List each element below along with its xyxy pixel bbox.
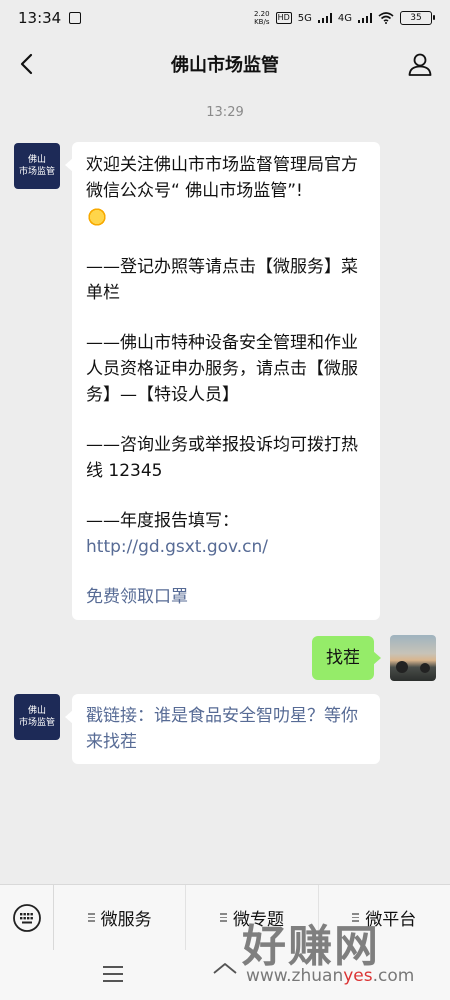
wifi-icon	[378, 12, 394, 24]
intro-text: 欢迎关注佛山市市场监督管理局官方微信公众号“ 佛山市场监管”!	[86, 155, 358, 201]
network-5g-label: 5G	[297, 12, 312, 24]
notification-icon	[69, 12, 82, 24]
recent-apps-button[interactable]	[103, 966, 123, 987]
signal-icon-2	[358, 13, 372, 23]
system-navigation-bar	[0, 950, 450, 1000]
hd-badge: HD	[275, 12, 292, 24]
message-intro: 欢迎关注佛山市市场监督管理局官方微信公众号“ 佛山市场监管”!	[86, 152, 366, 204]
chevron-left-icon	[20, 53, 33, 75]
message-paragraph-2: ——佛山市特种设备安全管理和作业人员资格证申办服务，请点击【微服务】—【特设人员…	[86, 333, 358, 405]
keyboard-icon	[12, 903, 41, 932]
message-paragraph-1: ——登记办照等请点击【微服务】菜单栏	[86, 257, 358, 303]
game-link[interactable]: 戳链接：谁是食品安全智叻星？等你来找茬	[86, 706, 358, 752]
menu-item-platform[interactable]: 微平台	[319, 885, 450, 951]
avatar-text-line2: 市场监管	[18, 167, 55, 177]
sun-emoji-icon	[86, 206, 108, 228]
menu-item-label: 微专题	[232, 910, 284, 930]
keyboard-button[interactable]	[0, 884, 54, 951]
net-speed-value: 2.20	[253, 10, 270, 18]
official-account-avatar[interactable]: 佛山 市场监管	[14, 143, 60, 189]
status-time: 13:34	[18, 9, 62, 27]
message-link-paragraph: 戳链接：谁是食品安全智叻星？等你来找茬	[86, 703, 366, 755]
message-paragraph-5: 免费领取口罩	[86, 584, 366, 610]
status-bar: 13:34 2.20 KB/s HD 5G 4G 35	[0, 0, 450, 36]
user-icon	[408, 53, 432, 76]
nav-bar: 佛山市场监管	[0, 36, 450, 92]
bottom-menu: 微服务 微专题 微平台	[0, 884, 450, 951]
official-account-avatar-2[interactable]: 佛山 市场监管	[14, 694, 60, 740]
menu-item-topics[interactable]: 微专题	[186, 884, 319, 951]
page-title: 佛山市场监管	[171, 55, 279, 76]
report-prefix: ——年度报告填写：	[86, 511, 239, 531]
free-mask-link[interactable]: 免费领取口罩	[86, 587, 188, 607]
network-4g-label: 4G	[337, 12, 352, 24]
menu-item-label: 微平台	[365, 910, 417, 930]
avatar-text-line2: 市场监管	[18, 718, 55, 728]
message-paragraph-4: ——年度报告填写： http://gd.gsxt.gov.cn/	[86, 508, 366, 560]
user-reply-text: 找茬	[326, 648, 360, 668]
message-bubble-2[interactable]: 戳链接：谁是食品安全智叻星？等你来找茬	[65, 694, 380, 764]
message-paragraph-3: ——咨询业务或举报投诉均可拨打热线 12345	[86, 435, 358, 481]
menu-list-icon	[87, 913, 95, 922]
battery-level: 35	[410, 13, 422, 23]
menu-item-services[interactable]: 微服务	[54, 884, 187, 951]
home-icon[interactable]	[212, 962, 238, 984]
chat-timestamp: 13:29	[206, 105, 244, 120]
user-avatar[interactable]	[390, 635, 436, 681]
back-button[interactable]	[10, 48, 42, 80]
gsxt-link[interactable]: http://gd.gsxt.gov.cn/	[86, 537, 268, 557]
avatar-text-line1: 佛山	[27, 155, 46, 165]
net-speed-unit: KB/s	[254, 18, 270, 26]
user-reply-bubble[interactable]: 找茬	[312, 636, 381, 680]
battery-icon: 35	[400, 11, 435, 25]
signal-icon	[317, 13, 332, 23]
avatar-text-line1: 佛山	[27, 706, 46, 716]
menu-item-label: 微服务	[100, 910, 152, 930]
menu-list-icon	[219, 913, 227, 922]
profile-button[interactable]	[404, 48, 436, 80]
menu-list-icon	[352, 913, 360, 922]
message-bubble[interactable]: 欢迎关注佛山市市场监督管理局官方微信公众号“ 佛山市场监管”! ——登记办照等请…	[65, 142, 380, 620]
